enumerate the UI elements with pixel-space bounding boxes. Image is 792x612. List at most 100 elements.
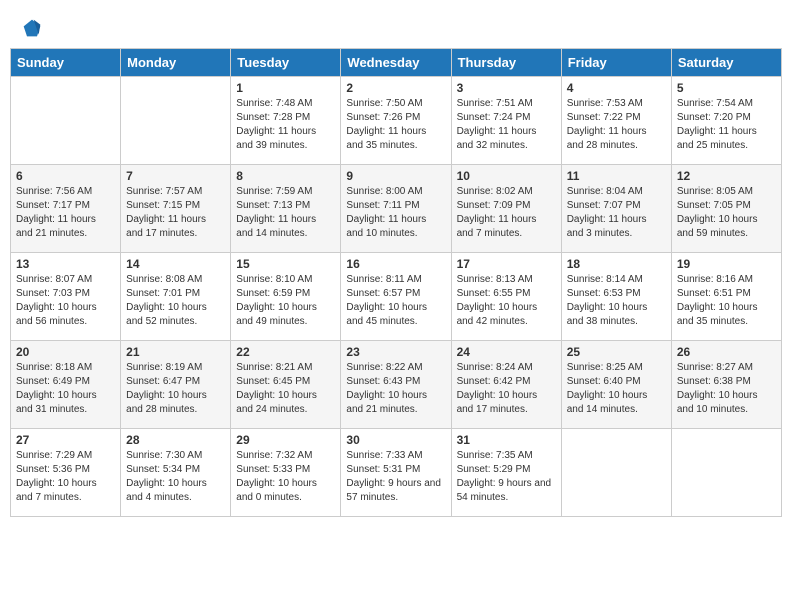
calendar-cell: 20 Sunrise: 8:18 AM Sunset: 6:49 PM Dayli… <box>11 341 121 429</box>
calendar-cell: 10 Sunrise: 8:02 AM Sunset: 7:09 PM Dayli… <box>451 165 561 253</box>
day-number: 25 <box>567 345 666 359</box>
day-number: 27 <box>16 433 115 447</box>
day-number: 16 <box>346 257 445 271</box>
calendar-cell: 17 Sunrise: 8:13 AM Sunset: 6:55 PM Dayli… <box>451 253 561 341</box>
day-info: Sunrise: 8:14 AM Sunset: 6:53 PM Dayligh… <box>567 273 666 329</box>
calendar-cell: 30 Sunrise: 7:33 AM Sunset: 5:31 PM Dayli… <box>341 429 451 517</box>
day-number: 11 <box>567 169 666 183</box>
day-info: Sunrise: 8:00 AM Sunset: 7:11 PM Dayligh… <box>346 185 445 241</box>
calendar-cell: 9 Sunrise: 8:00 AM Sunset: 7:11 PM Daylig… <box>341 165 451 253</box>
day-number: 26 <box>677 345 776 359</box>
calendar-cell: 24 Sunrise: 8:24 AM Sunset: 6:42 PM Dayli… <box>451 341 561 429</box>
day-number: 21 <box>126 345 225 359</box>
day-info: Sunrise: 7:33 AM Sunset: 5:31 PM Dayligh… <box>346 449 445 505</box>
day-header-tuesday: Tuesday <box>231 49 341 77</box>
day-header-sunday: Sunday <box>11 49 121 77</box>
day-header-saturday: Saturday <box>671 49 781 77</box>
calendar-cell: 12 Sunrise: 8:05 AM Sunset: 7:05 PM Dayli… <box>671 165 781 253</box>
calendar-cell: 16 Sunrise: 8:11 AM Sunset: 6:57 PM Dayli… <box>341 253 451 341</box>
day-info: Sunrise: 7:30 AM Sunset: 5:34 PM Dayligh… <box>126 449 225 505</box>
day-info: Sunrise: 7:35 AM Sunset: 5:29 PM Dayligh… <box>457 449 556 505</box>
day-header-thursday: Thursday <box>451 49 561 77</box>
calendar-cell: 14 Sunrise: 8:08 AM Sunset: 7:01 PM Dayli… <box>121 253 231 341</box>
calendar-week-row: 1 Sunrise: 7:48 AM Sunset: 7:28 PM Daylig… <box>11 77 782 165</box>
day-info: Sunrise: 7:32 AM Sunset: 5:33 PM Dayligh… <box>236 449 335 505</box>
day-info: Sunrise: 8:25 AM Sunset: 6:40 PM Dayligh… <box>567 361 666 417</box>
calendar-cell: 6 Sunrise: 7:56 AM Sunset: 7:17 PM Daylig… <box>11 165 121 253</box>
day-info: Sunrise: 8:16 AM Sunset: 6:51 PM Dayligh… <box>677 273 776 329</box>
day-number: 18 <box>567 257 666 271</box>
calendar-cell: 25 Sunrise: 8:25 AM Sunset: 6:40 PM Dayli… <box>561 341 671 429</box>
day-info: Sunrise: 8:21 AM Sunset: 6:45 PM Dayligh… <box>236 361 335 417</box>
day-info: Sunrise: 8:24 AM Sunset: 6:42 PM Dayligh… <box>457 361 556 417</box>
calendar-cell: 11 Sunrise: 8:04 AM Sunset: 7:07 PM Dayli… <box>561 165 671 253</box>
calendar-week-row: 6 Sunrise: 7:56 AM Sunset: 7:17 PM Daylig… <box>11 165 782 253</box>
day-info: Sunrise: 8:05 AM Sunset: 7:05 PM Dayligh… <box>677 185 776 241</box>
day-number: 8 <box>236 169 335 183</box>
calendar-cell: 22 Sunrise: 8:21 AM Sunset: 6:45 PM Dayli… <box>231 341 341 429</box>
day-info: Sunrise: 8:19 AM Sunset: 6:47 PM Dayligh… <box>126 361 225 417</box>
calendar-cell: 4 Sunrise: 7:53 AM Sunset: 7:22 PM Daylig… <box>561 77 671 165</box>
day-number: 17 <box>457 257 556 271</box>
day-header-wednesday: Wednesday <box>341 49 451 77</box>
day-info: Sunrise: 7:56 AM Sunset: 7:17 PM Dayligh… <box>16 185 115 241</box>
day-info: Sunrise: 7:51 AM Sunset: 7:24 PM Dayligh… <box>457 97 556 153</box>
day-number: 15 <box>236 257 335 271</box>
day-info: Sunrise: 8:04 AM Sunset: 7:07 PM Dayligh… <box>567 185 666 241</box>
day-info: Sunrise: 8:10 AM Sunset: 6:59 PM Dayligh… <box>236 273 335 329</box>
calendar-cell <box>561 429 671 517</box>
calendar-cell: 13Sunrise: 8:07 AM Sunset: 7:03 PM Dayli… <box>11 253 121 341</box>
day-number: 31 <box>457 433 556 447</box>
day-number: 23 <box>346 345 445 359</box>
day-number: 6 <box>16 169 115 183</box>
day-info: Sunrise: 7:29 AM Sunset: 5:36 PM Dayligh… <box>16 449 115 505</box>
calendar-week-row: 20 Sunrise: 8:18 AM Sunset: 6:49 PM Dayli… <box>11 341 782 429</box>
logo <box>20 18 42 38</box>
day-info: Sunrise: 8:02 AM Sunset: 7:09 PM Dayligh… <box>457 185 556 241</box>
day-number: 7 <box>126 169 225 183</box>
calendar-cell <box>671 429 781 517</box>
calendar-header-row: SundayMondayTuesdayWednesdayThursdayFrid… <box>11 49 782 77</box>
calendar-cell: 8Sunrise: 7:59 AM Sunset: 7:13 PM Daylig… <box>231 165 341 253</box>
day-number: 28 <box>126 433 225 447</box>
day-info: Sunrise: 7:54 AM Sunset: 7:20 PM Dayligh… <box>677 97 776 153</box>
calendar-cell <box>121 77 231 165</box>
calendar-table: SundayMondayTuesdayWednesdayThursdayFrid… <box>10 48 782 517</box>
day-number: 20 <box>16 345 115 359</box>
calendar-cell: 3Sunrise: 7:51 AM Sunset: 7:24 PM Daylig… <box>451 77 561 165</box>
day-info: Sunrise: 8:27 AM Sunset: 6:38 PM Dayligh… <box>677 361 776 417</box>
day-info: Sunrise: 7:50 AM Sunset: 7:26 PM Dayligh… <box>346 97 445 153</box>
logo-icon <box>22 18 42 38</box>
day-info: Sunrise: 7:57 AM Sunset: 7:15 PM Dayligh… <box>126 185 225 241</box>
calendar-cell: 5 Sunrise: 7:54 AM Sunset: 7:20 PM Daylig… <box>671 77 781 165</box>
day-info: Sunrise: 8:08 AM Sunset: 7:01 PM Dayligh… <box>126 273 225 329</box>
day-info: Sunrise: 8:11 AM Sunset: 6:57 PM Dayligh… <box>346 273 445 329</box>
calendar-cell: 26 Sunrise: 8:27 AM Sunset: 6:38 PM Dayli… <box>671 341 781 429</box>
calendar-cell: 2 Sunrise: 7:50 AM Sunset: 7:26 PM Daylig… <box>341 77 451 165</box>
calendar-cell <box>11 77 121 165</box>
day-number: 5 <box>677 81 776 95</box>
day-number: 24 <box>457 345 556 359</box>
day-number: 4 <box>567 81 666 95</box>
calendar-cell: 31 Sunrise: 7:35 AM Sunset: 5:29 PM Dayli… <box>451 429 561 517</box>
day-info: Sunrise: 8:18 AM Sunset: 6:49 PM Dayligh… <box>16 361 115 417</box>
calendar-cell: 29Sunrise: 7:32 AM Sunset: 5:33 PM Dayli… <box>231 429 341 517</box>
day-number: 12 <box>677 169 776 183</box>
day-number: 1 <box>236 81 335 95</box>
day-info: Sunrise: 7:53 AM Sunset: 7:22 PM Dayligh… <box>567 97 666 153</box>
day-number: 14 <box>126 257 225 271</box>
calendar-cell: 18 Sunrise: 8:14 AM Sunset: 6:53 PM Dayli… <box>561 253 671 341</box>
day-number: 9 <box>346 169 445 183</box>
calendar-cell: 15 Sunrise: 8:10 AM Sunset: 6:59 PM Dayli… <box>231 253 341 341</box>
day-number: 30 <box>346 433 445 447</box>
day-header-monday: Monday <box>121 49 231 77</box>
day-info: Sunrise: 8:22 AM Sunset: 6:43 PM Dayligh… <box>346 361 445 417</box>
day-info: Sunrise: 7:48 AM Sunset: 7:28 PM Dayligh… <box>236 97 335 153</box>
day-info: Sunrise: 8:13 AM Sunset: 6:55 PM Dayligh… <box>457 273 556 329</box>
calendar-cell: 28 Sunrise: 7:30 AM Sunset: 5:34 PM Dayli… <box>121 429 231 517</box>
day-number: 10 <box>457 169 556 183</box>
day-number: 2 <box>346 81 445 95</box>
day-number: 22 <box>236 345 335 359</box>
calendar-cell: 27 Sunrise: 7:29 AM Sunset: 5:36 PM Dayli… <box>11 429 121 517</box>
page-header <box>10 10 782 42</box>
